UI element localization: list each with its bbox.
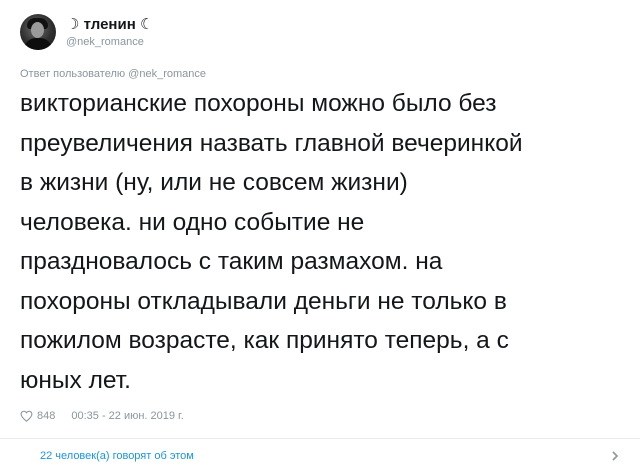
display-name[interactable]: ☽ тленин ☾ <box>66 16 153 34</box>
tweet-footer[interactable]: 22 человек(а) говорят об этом <box>0 439 640 474</box>
timestamp[interactable]: 00:35 - 22 июн. 2019 г. <box>71 410 183 422</box>
reply-mention[interactable]: @nek_romance <box>128 68 206 80</box>
reply-context: Ответ пользователю @nek_romance <box>20 68 206 80</box>
tweet-line: в жизни (ну, или не совсем жизни) <box>20 169 408 196</box>
tweet-line: преувеличения назвать главной вечеринкой <box>20 129 523 157</box>
avatar-face <box>31 22 44 38</box>
like-count[interactable]: 848 <box>37 410 55 422</box>
tweet-line: пожилом возрасте, как принято теперь, а … <box>20 327 509 354</box>
user-handle[interactable]: @nek_romance <box>66 35 153 49</box>
tweet-header: ☽ тленин ☾ @nek_romance <box>20 10 153 54</box>
avatar-shoulders <box>24 38 52 50</box>
avatar[interactable] <box>20 14 56 50</box>
tweet-line: похороны откладывали деньги не только в <box>20 287 507 315</box>
tweet-line: праздновалось с таким размахом. на <box>20 248 443 275</box>
reply-prefix: Ответ пользователю <box>20 68 129 80</box>
tweet-line: юных лет. <box>20 366 131 394</box>
tweet-line: человека. ни одно событие не <box>20 208 365 236</box>
user-names: ☽ тленин ☾ @nek_romance <box>66 16 153 49</box>
chevron-right-icon[interactable] <box>610 451 620 461</box>
people-talking-link[interactable]: 22 человек(а) говорят об этом <box>40 450 194 462</box>
tweet-line: викторианские похороны можно было без <box>20 90 497 117</box>
tweet-meta: 848 00:35 - 22 июн. 2019 г. <box>20 410 184 422</box>
heart-icon[interactable] <box>20 410 33 422</box>
tweet-card: ☽ тленин ☾ @nek_romance Ответ пользовате… <box>0 0 640 474</box>
tweet-text: викторианские похороны можно было без пр… <box>20 84 630 400</box>
